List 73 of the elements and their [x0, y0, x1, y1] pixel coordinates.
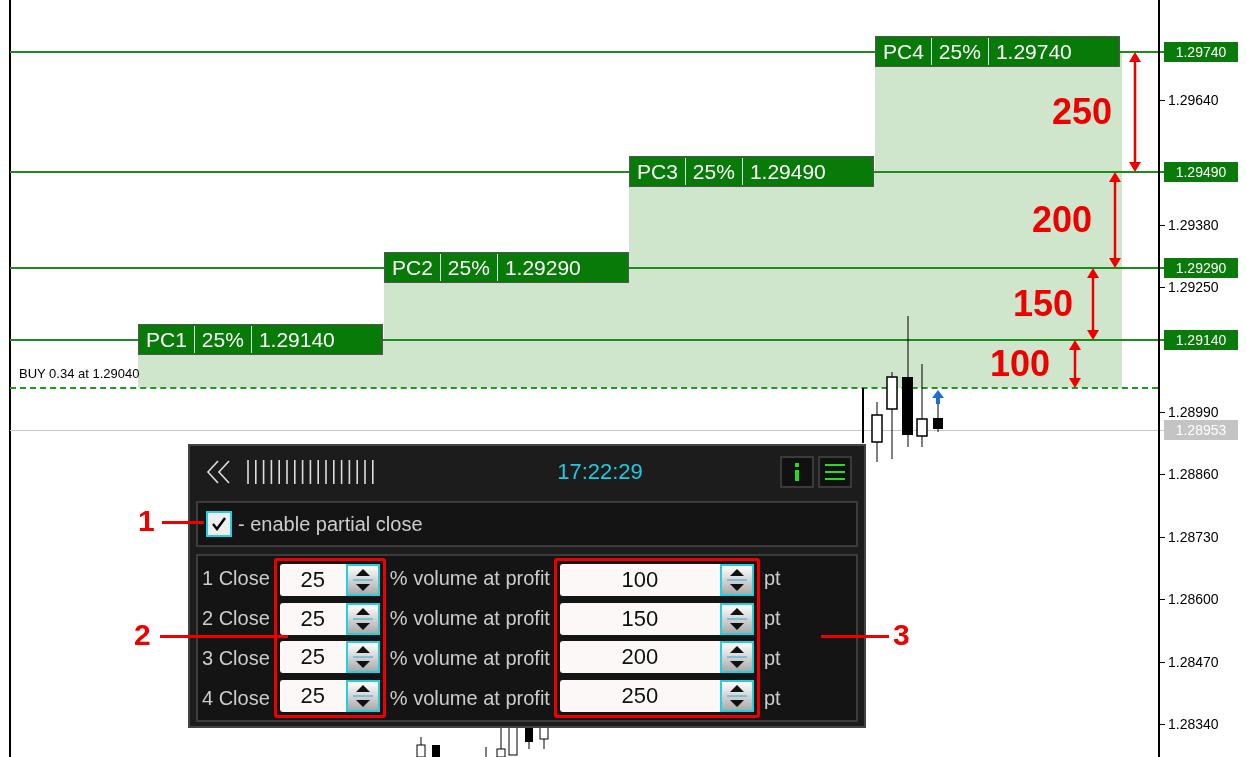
volume-spinner[interactable]: 25: [279, 564, 380, 597]
menu-icon: [825, 464, 845, 480]
level-percent: 25%: [930, 38, 988, 65]
price-tick: 1.28860: [1168, 465, 1219, 484]
distance-value: 100: [990, 342, 1051, 386]
candle: [871, 401, 883, 463]
distance-value: 200: [1032, 198, 1093, 242]
checkbox-label: - enable partial close: [238, 512, 423, 536]
level-percent: 25%: [439, 254, 497, 281]
candle: [539, 726, 549, 750]
candle: [525, 726, 533, 750]
row-description: % volume at profit: [389, 566, 550, 591]
level-name: PC4: [882, 39, 925, 65]
volume-spinner[interactable]: 25: [279, 602, 380, 635]
info-button[interactable]: [780, 456, 814, 488]
price-tag: 1.29740: [1164, 42, 1238, 62]
distance-value: 150: [1013, 282, 1074, 326]
profit-spinner[interactable]: 250: [559, 679, 754, 712]
price-tick: 1.29380: [1168, 215, 1219, 234]
callout-number: 2: [134, 617, 151, 653]
row-description: % volume at profit: [389, 606, 550, 631]
profit-spinner[interactable]: 200: [559, 641, 754, 674]
profit-spinner[interactable]: 150: [559, 602, 754, 635]
price-tick: 1.28470: [1168, 652, 1219, 671]
distance-arrow: [1085, 268, 1101, 340]
level-price: 1.29140: [250, 326, 342, 353]
distance-arrow: [1067, 340, 1083, 388]
row-description: % volume at profit: [389, 646, 550, 671]
check-icon: [210, 515, 228, 533]
profit-spinner[interactable]: 100: [559, 564, 754, 597]
price-tag: 1.28953: [1164, 419, 1238, 440]
level-name: PC1: [145, 327, 188, 353]
price-tick: 1.28730: [1168, 527, 1219, 546]
volume-spinner[interactable]: 25: [279, 679, 380, 712]
callout-number: 1: [138, 503, 155, 539]
order-label: BUY 0.34 at 1.29040: [19, 366, 140, 381]
price-tag: 1.29490: [1164, 162, 1238, 182]
price-tag: 1.29140: [1164, 330, 1238, 350]
candle: [432, 745, 440, 757]
level-percent: 25%: [684, 158, 742, 185]
price-tick: 1.28340: [1168, 715, 1219, 733]
level-price: 1.29490: [741, 158, 833, 185]
row-label: 4 Close: [202, 686, 270, 711]
level-percent: 25%: [193, 326, 251, 353]
row-label: 3 Close: [202, 646, 270, 671]
price-tick: 1.28600: [1168, 590, 1219, 609]
row-label: 1 Close: [202, 566, 270, 591]
price-tag: 1.29290: [1164, 258, 1238, 278]
collapse-icon[interactable]: [206, 460, 232, 484]
price-tick: 1.29250: [1168, 278, 1219, 297]
info-icon: [794, 463, 800, 481]
row-label: 2 Close: [202, 606, 270, 631]
distance-value: 250: [1052, 90, 1113, 134]
volume-spinner[interactable]: 25: [279, 641, 380, 674]
unit-label: pt: [763, 606, 781, 631]
unit-label: pt: [763, 646, 781, 671]
level-name: PC2: [391, 255, 434, 281]
callout-number: 3: [893, 617, 910, 653]
price-tick: 1.28990: [1168, 403, 1219, 421]
leader-line: [821, 635, 889, 638]
clock-time: 17:22:29: [556, 459, 644, 485]
unit-label: pt: [763, 566, 781, 591]
level-price: 1.29740: [987, 38, 1079, 65]
leader-line: [162, 521, 204, 524]
arrow-up-icon: [932, 390, 944, 404]
level-price: 1.29290: [496, 254, 588, 281]
unit-label: pt: [763, 686, 781, 711]
menu-button[interactable]: [818, 456, 852, 488]
row-description: % volume at profit: [389, 686, 550, 711]
price-tick: 1.29640: [1168, 91, 1219, 109]
checkbox[interactable]: [206, 511, 232, 537]
candle: [933, 403, 943, 433]
level-name: PC3: [636, 159, 679, 185]
